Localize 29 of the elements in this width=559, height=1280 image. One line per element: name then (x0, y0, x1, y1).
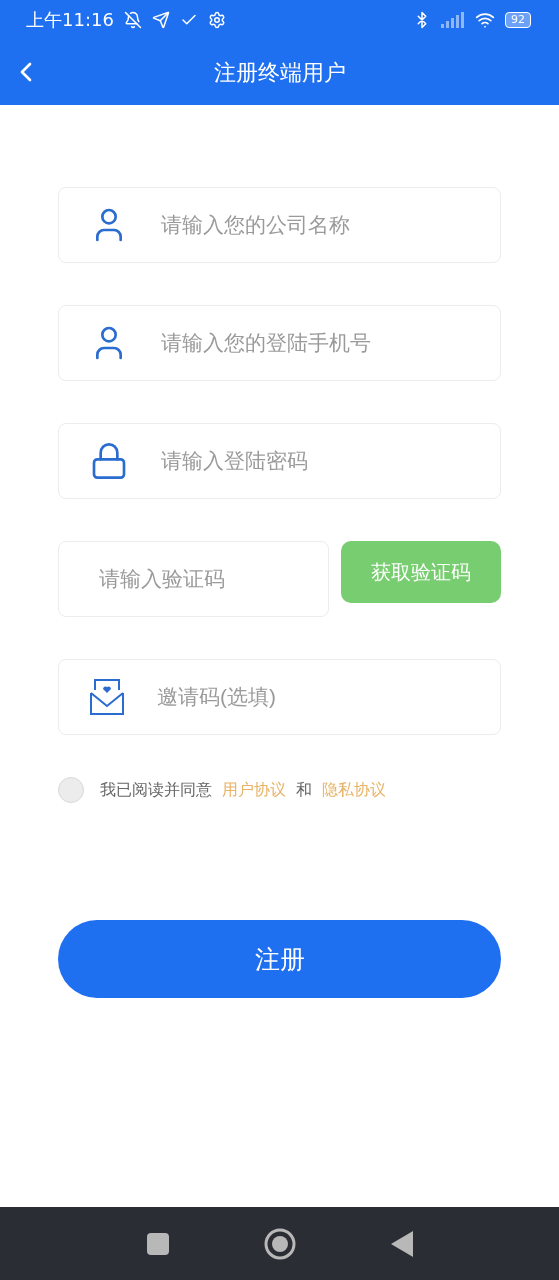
signal-icon (441, 12, 465, 28)
privacy-policy-link[interactable]: 隐私协议 (322, 779, 386, 801)
input-field[interactable]: 请输入登陆密码 (58, 423, 501, 499)
agreement-text: 我已阅读并同意 (100, 779, 212, 801)
send-icon (151, 11, 170, 29)
bell-off-icon (123, 11, 142, 29)
text-input[interactable]: 请输入您的公司名称 (159, 212, 488, 238)
battery-level: 92 (505, 12, 531, 28)
recents-button[interactable] (146, 1232, 169, 1255)
text-input[interactable]: 请输入您的登陆手机号 (159, 330, 488, 356)
envelope-icon (89, 678, 125, 716)
get-code-button[interactable]: 获取验证码 (341, 541, 501, 603)
input-field[interactable]: 邀请码(选填) (58, 659, 501, 735)
code-field[interactable]: 请输入验证码 (58, 541, 329, 617)
wifi-icon (475, 10, 495, 30)
input-field[interactable]: 请输入您的登陆手机号 (58, 305, 501, 381)
agree-checkbox[interactable] (58, 777, 84, 803)
settings-icon (207, 11, 226, 29)
text-input[interactable]: 请输入验证码 (97, 566, 316, 592)
status-time: 上午11:16 (26, 8, 114, 32)
register-button[interactable]: 注册 (58, 920, 501, 998)
home-button[interactable] (263, 1227, 296, 1260)
page-title: 注册终端用户 (213, 58, 346, 87)
text-input[interactable]: 邀请码(选填) (155, 684, 488, 710)
input-field[interactable]: 请输入您的公司名称 (58, 187, 501, 263)
back-triangle-button[interactable] (390, 1230, 413, 1257)
conjunction-text: 和 (296, 779, 312, 801)
text-input[interactable]: 请输入登陆密码 (159, 448, 488, 474)
user-agreement-link[interactable]: 用户协议 (222, 779, 286, 801)
